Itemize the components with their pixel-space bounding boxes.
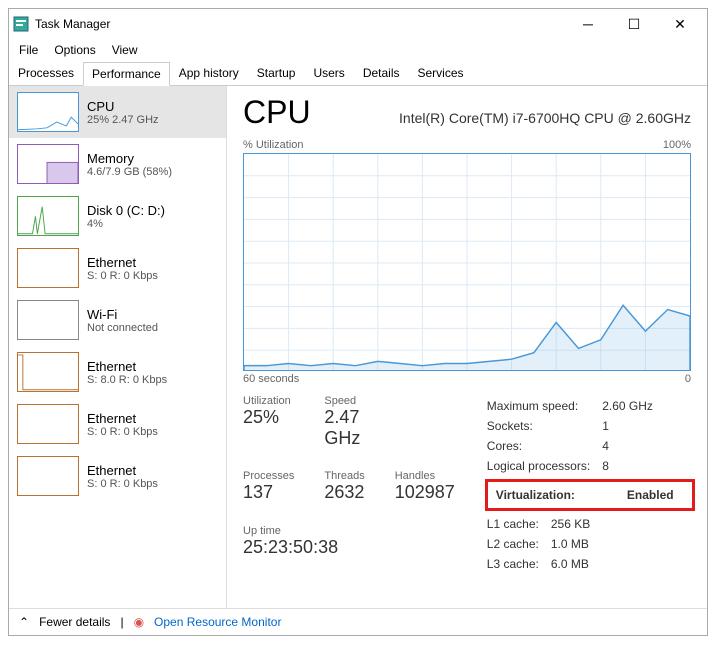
cpu-utilization-chart <box>243 153 691 371</box>
cpu-detail-pane: CPU Intel(R) Core(TM) i7-6700HQ CPU @ 2.… <box>227 86 707 608</box>
eth-thumb <box>17 456 79 496</box>
tab-processes[interactable]: Processes <box>9 61 83 85</box>
task-manager-window: Task Manager ─ ☐ ✕ File Options View Pro… <box>8 8 708 636</box>
stat-label: Up time <box>243 525 455 537</box>
window-controls: ─ ☐ ✕ <box>565 9 703 39</box>
menu-options[interactable]: Options <box>48 41 101 59</box>
stat-label: Processes <box>243 470 294 482</box>
sidebar-item-memory[interactable]: Memory4.6/7.9 GB (58%) <box>9 138 226 190</box>
tab-users[interactable]: Users <box>304 61 353 85</box>
sidebar-label: Ethernet <box>87 463 158 478</box>
resmon-icon: ◉ <box>134 615 144 629</box>
sidebar-item-ethernet-1[interactable]: EthernetS: 0 R: 0 Kbps <box>9 242 226 294</box>
tab-startup[interactable]: Startup <box>248 61 305 85</box>
stat-label: L3 cache: <box>487 555 549 573</box>
stat-value: 1.0 MB <box>551 535 600 553</box>
cpu-stats-primary: Utilization25% Speed2.47 GHz Processes13… <box>243 395 455 575</box>
tab-app-history[interactable]: App history <box>170 61 248 85</box>
tab-services[interactable]: Services <box>409 61 473 85</box>
stat-label: L1 cache: <box>487 515 549 533</box>
sidebar-label: Ethernet <box>87 411 158 426</box>
content-area: CPU25% 2.47 GHz Memory4.6/7.9 GB (58%) D… <box>9 86 707 608</box>
virtualization-highlight: Virtualization:Enabled <box>485 479 695 511</box>
eth-thumb <box>17 352 79 392</box>
chart-xright: 0 <box>685 373 691 385</box>
tabstrip: Processes Performance App history Startu… <box>9 61 707 86</box>
sidebar-label: Ethernet <box>87 359 167 374</box>
menu-view[interactable]: View <box>106 41 144 59</box>
stat-value: 6.0 MB <box>551 555 600 573</box>
performance-sidebar: CPU25% 2.47 GHz Memory4.6/7.9 GB (58%) D… <box>9 86 227 608</box>
sidebar-sub: Not connected <box>87 322 158 334</box>
chart-ymax: 100% <box>663 139 691 151</box>
sidebar-label: CPU <box>87 99 159 114</box>
sidebar-sub: 25% 2.47 GHz <box>87 114 159 126</box>
menubar: File Options View <box>9 39 707 61</box>
wifi-thumb <box>17 300 79 340</box>
stat-label: Logical processors: <box>487 457 600 475</box>
stat-value: 25% <box>243 407 294 428</box>
stat-label: Threads <box>324 470 364 482</box>
sidebar-item-disk[interactable]: Disk 0 (C: D:)4% <box>9 190 226 242</box>
titlebar: Task Manager ─ ☐ ✕ <box>9 9 707 39</box>
minimize-button[interactable]: ─ <box>565 9 611 39</box>
page-title: CPU <box>243 94 311 131</box>
sidebar-item-wifi[interactable]: Wi-FiNot connected <box>9 294 226 346</box>
stat-value: Enabled <box>587 486 684 504</box>
stat-label: Virtualization: <box>496 486 585 504</box>
stat-label: L2 cache: <box>487 535 549 553</box>
chevron-up-icon: ⌃ <box>19 615 29 629</box>
sidebar-label: Wi-Fi <box>87 307 158 322</box>
stat-value: 2.47 GHz <box>324 407 364 449</box>
eth-thumb <box>17 404 79 444</box>
stat-value: 2.60 GHz <box>602 397 663 415</box>
stat-value: 102987 <box>395 482 455 503</box>
tab-performance[interactable]: Performance <box>83 62 170 86</box>
sidebar-item-ethernet-2[interactable]: EthernetS: 8.0 R: 0 Kbps <box>9 346 226 398</box>
stat-label: Cores: <box>487 437 600 455</box>
sidebar-sub: S: 8.0 R: 0 Kbps <box>87 374 167 386</box>
chart-ylabel: % Utilization <box>243 139 304 151</box>
stat-value: 8 <box>602 457 663 475</box>
cpu-thumb <box>17 92 79 132</box>
stat-label: Handles <box>395 470 455 482</box>
stat-value: 25:23:50:38 <box>243 537 455 558</box>
memory-thumb <box>17 144 79 184</box>
stat-value: 2632 <box>324 482 364 503</box>
stat-label: Utilization <box>243 395 294 407</box>
stat-value: 1 <box>602 417 663 435</box>
sidebar-label: Ethernet <box>87 255 158 270</box>
sidebar-sub: S: 0 R: 0 Kbps <box>87 478 158 490</box>
sidebar-sub: S: 0 R: 0 Kbps <box>87 426 158 438</box>
tab-details[interactable]: Details <box>354 61 409 85</box>
cpu-model: Intel(R) Core(TM) i7-6700HQ CPU @ 2.60GH… <box>399 110 691 126</box>
sidebar-item-ethernet-4[interactable]: EthernetS: 0 R: 0 Kbps <box>9 450 226 502</box>
sidebar-sub: 4% <box>87 218 165 230</box>
eth-thumb <box>17 248 79 288</box>
open-resource-monitor-link[interactable]: Open Resource Monitor <box>154 615 281 629</box>
menu-file[interactable]: File <box>13 41 44 59</box>
sidebar-sub: 4.6/7.9 GB (58%) <box>87 166 172 178</box>
sidebar-sub: S: 0 R: 0 Kbps <box>87 270 158 282</box>
separator: | <box>120 615 123 629</box>
stat-label: Sockets: <box>487 417 600 435</box>
close-button[interactable]: ✕ <box>657 9 703 39</box>
stat-label: Speed <box>324 395 364 407</box>
stat-value: 137 <box>243 482 294 503</box>
disk-thumb <box>17 196 79 236</box>
sidebar-item-ethernet-3[interactable]: EthernetS: 0 R: 0 Kbps <box>9 398 226 450</box>
fewer-details-link[interactable]: Fewer details <box>39 615 110 629</box>
sidebar-label: Memory <box>87 151 172 166</box>
cpu-stats-secondary: Maximum speed:2.60 GHz Sockets:1 Cores:4… <box>485 395 695 575</box>
stat-value: 256 KB <box>551 515 600 533</box>
stat-value: 4 <box>602 437 663 455</box>
chart-xlabel: 60 seconds <box>243 373 299 385</box>
sidebar-item-cpu[interactable]: CPU25% 2.47 GHz <box>9 86 226 138</box>
window-title: Task Manager <box>35 17 565 31</box>
footer: ⌃ Fewer details | ◉ Open Resource Monito… <box>9 608 707 635</box>
stat-label: Maximum speed: <box>487 397 600 415</box>
app-icon <box>13 16 29 32</box>
maximize-button[interactable]: ☐ <box>611 9 657 39</box>
sidebar-label: Disk 0 (C: D:) <box>87 203 165 218</box>
